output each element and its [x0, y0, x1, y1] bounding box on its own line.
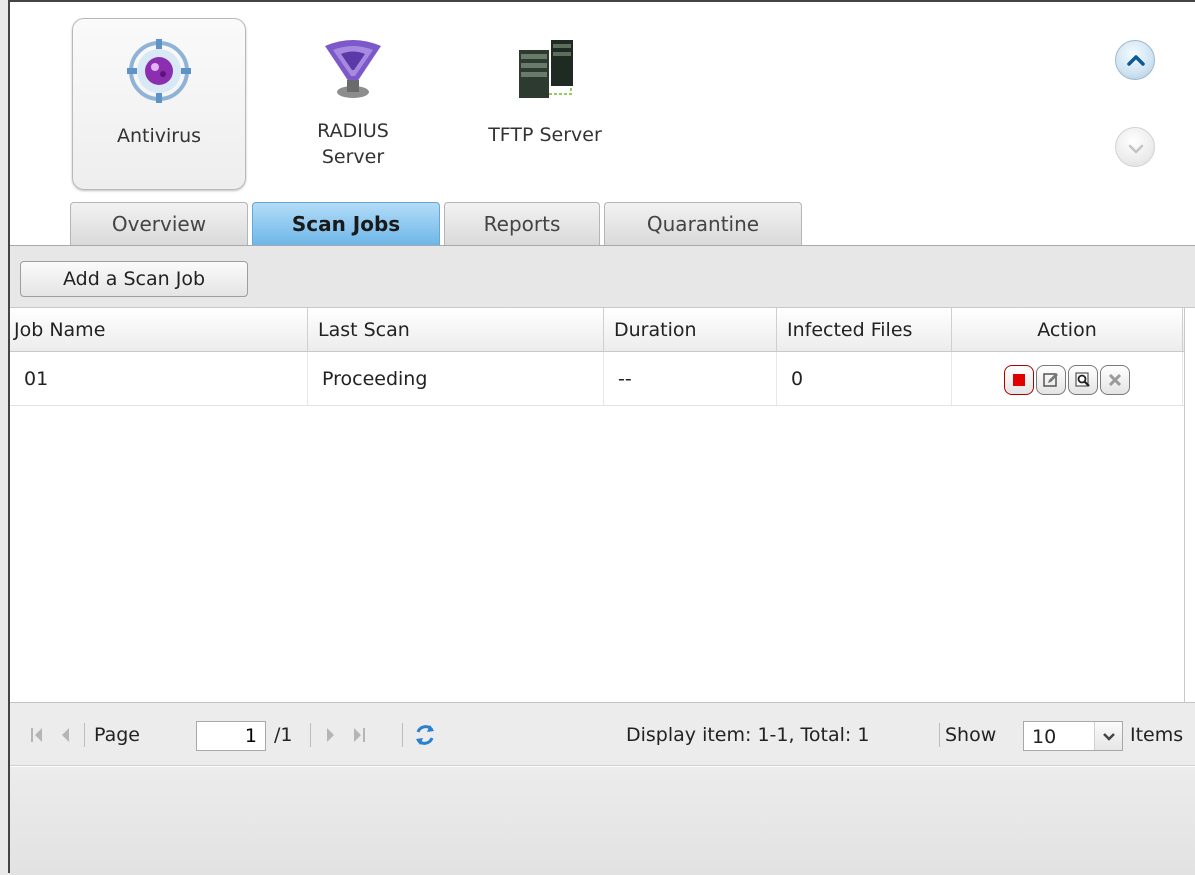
show-label: Show	[945, 724, 997, 746]
previous-page-icon[interactable]	[58, 725, 74, 745]
cell-duration: --	[604, 352, 777, 405]
separator	[310, 723, 311, 747]
chevron-down-icon	[1103, 733, 1115, 741]
separator	[939, 723, 940, 747]
next-page-icon[interactable]	[322, 725, 338, 745]
first-page-icon[interactable]	[28, 725, 46, 745]
page-label: Page	[94, 724, 140, 746]
cell-job-name: 01	[10, 352, 308, 405]
tftp-server-icon	[519, 40, 573, 98]
stop-icon	[1013, 373, 1025, 386]
column-header-action[interactable]: Action	[952, 308, 1183, 351]
column-header-last-scan[interactable]: Last Scan	[308, 308, 604, 351]
app-tftp-server[interactable]: TFTP Server	[458, 18, 632, 190]
items-label: Items	[1130, 724, 1184, 746]
tab-quarantine[interactable]: Quarantine	[604, 202, 802, 246]
footer-area	[10, 767, 1195, 875]
column-header-duration[interactable]: Duration	[604, 308, 777, 351]
items-per-page-select[interactable]: 10	[1023, 721, 1123, 751]
app-label: TFTP Server	[488, 124, 602, 146]
antivirus-icon	[127, 39, 191, 103]
total-pages: /1	[274, 724, 293, 746]
app-label: Antivirus	[116, 125, 202, 147]
cell-last-scan: Proceeding	[308, 352, 604, 405]
app-radius-server[interactable]: RADIUS Server	[266, 18, 440, 190]
tab-overview[interactable]: Overview	[70, 202, 248, 246]
view-log-icon	[1075, 371, 1090, 387]
chevron-down-icon	[1128, 144, 1144, 154]
display-item-summary: Display item: 1-1, Total: 1	[626, 724, 870, 746]
page-number-input[interactable]	[196, 721, 266, 751]
edit-button[interactable]	[1036, 364, 1066, 395]
cell-infected-files: 0	[777, 352, 952, 405]
tab-reports[interactable]: Reports	[444, 202, 600, 246]
add-scan-job-button[interactable]: Add a Scan Job	[20, 261, 248, 297]
edit-icon	[1043, 372, 1058, 387]
column-header-infected-files[interactable]: Infected Files	[777, 308, 952, 351]
app-window: Antivirus RADIUS Server TFTP Server Over…	[8, 0, 1195, 875]
dropdown-arrow[interactable]	[1094, 722, 1122, 750]
scan-jobs-table: Job Name Last Scan Duration Infected Fil…	[10, 308, 1185, 702]
table-row[interactable]: 01 Proceeding -- 0	[10, 352, 1184, 406]
last-page-icon[interactable]	[350, 725, 368, 745]
pagination-bar: Page /1 Display item: 1-1, Total: 1 Show…	[10, 702, 1195, 766]
app-label: RADIUS Server	[317, 120, 389, 168]
refresh-icon[interactable]	[412, 722, 438, 748]
cell-action	[952, 352, 1183, 405]
stop-button[interactable]	[1004, 364, 1034, 395]
table-header: Job Name Last Scan Duration Infected Fil…	[10, 308, 1184, 352]
separator	[84, 723, 85, 747]
items-per-page-value: 10	[1032, 726, 1057, 748]
separator	[402, 723, 403, 747]
scroll-down-button[interactable]	[1115, 127, 1155, 167]
delete-button[interactable]	[1100, 364, 1130, 395]
tab-scan-jobs[interactable]: Scan Jobs	[252, 202, 440, 246]
column-header-job-name[interactable]: Job Name	[10, 308, 308, 351]
chevron-up-icon	[1127, 55, 1145, 66]
app-antivirus[interactable]: Antivirus	[72, 18, 246, 190]
delete-icon	[1108, 373, 1122, 386]
toolbar: Add a Scan Job	[10, 246, 1195, 308]
scroll-up-button[interactable]	[1115, 40, 1155, 80]
radius-server-icon	[325, 40, 381, 98]
view-log-button[interactable]	[1068, 364, 1098, 395]
